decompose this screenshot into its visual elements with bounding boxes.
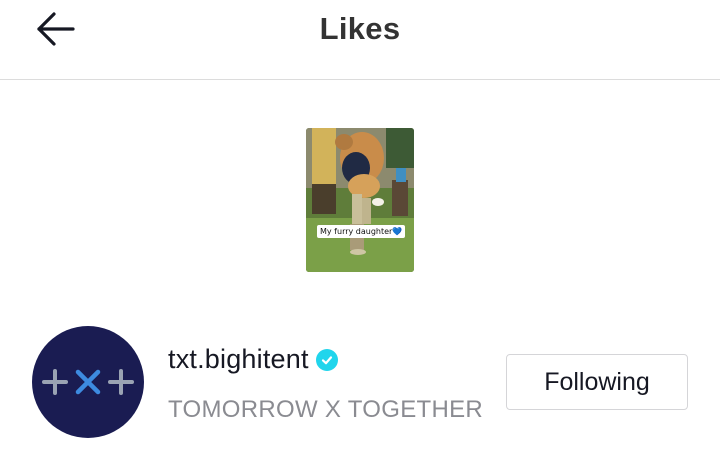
display-name: TOMORROW X TOGETHER [168, 396, 484, 423]
caption-text: My furry daughter [320, 227, 393, 236]
following-button[interactable]: Following [506, 354, 688, 410]
username[interactable]: txt.bighitent [168, 344, 309, 375]
avatar[interactable] [32, 326, 144, 438]
account-row[interactable]: txt.bighitent TOMORROW X TOGETHER Follow… [0, 320, 720, 450]
txt-logo-icon [42, 369, 134, 395]
username-row: txt.bighitent [168, 344, 338, 375]
video-caption: My furry daughter💙 [317, 225, 406, 238]
blue-heart-emoji: 💙 [392, 227, 403, 236]
verified-badge-icon [315, 348, 338, 371]
liked-video-thumbnail[interactable]: My furry daughter💙 [306, 128, 414, 272]
video-preview-image [306, 128, 414, 272]
page-title: Likes [319, 11, 401, 46]
header-bar: Likes [0, 0, 720, 80]
